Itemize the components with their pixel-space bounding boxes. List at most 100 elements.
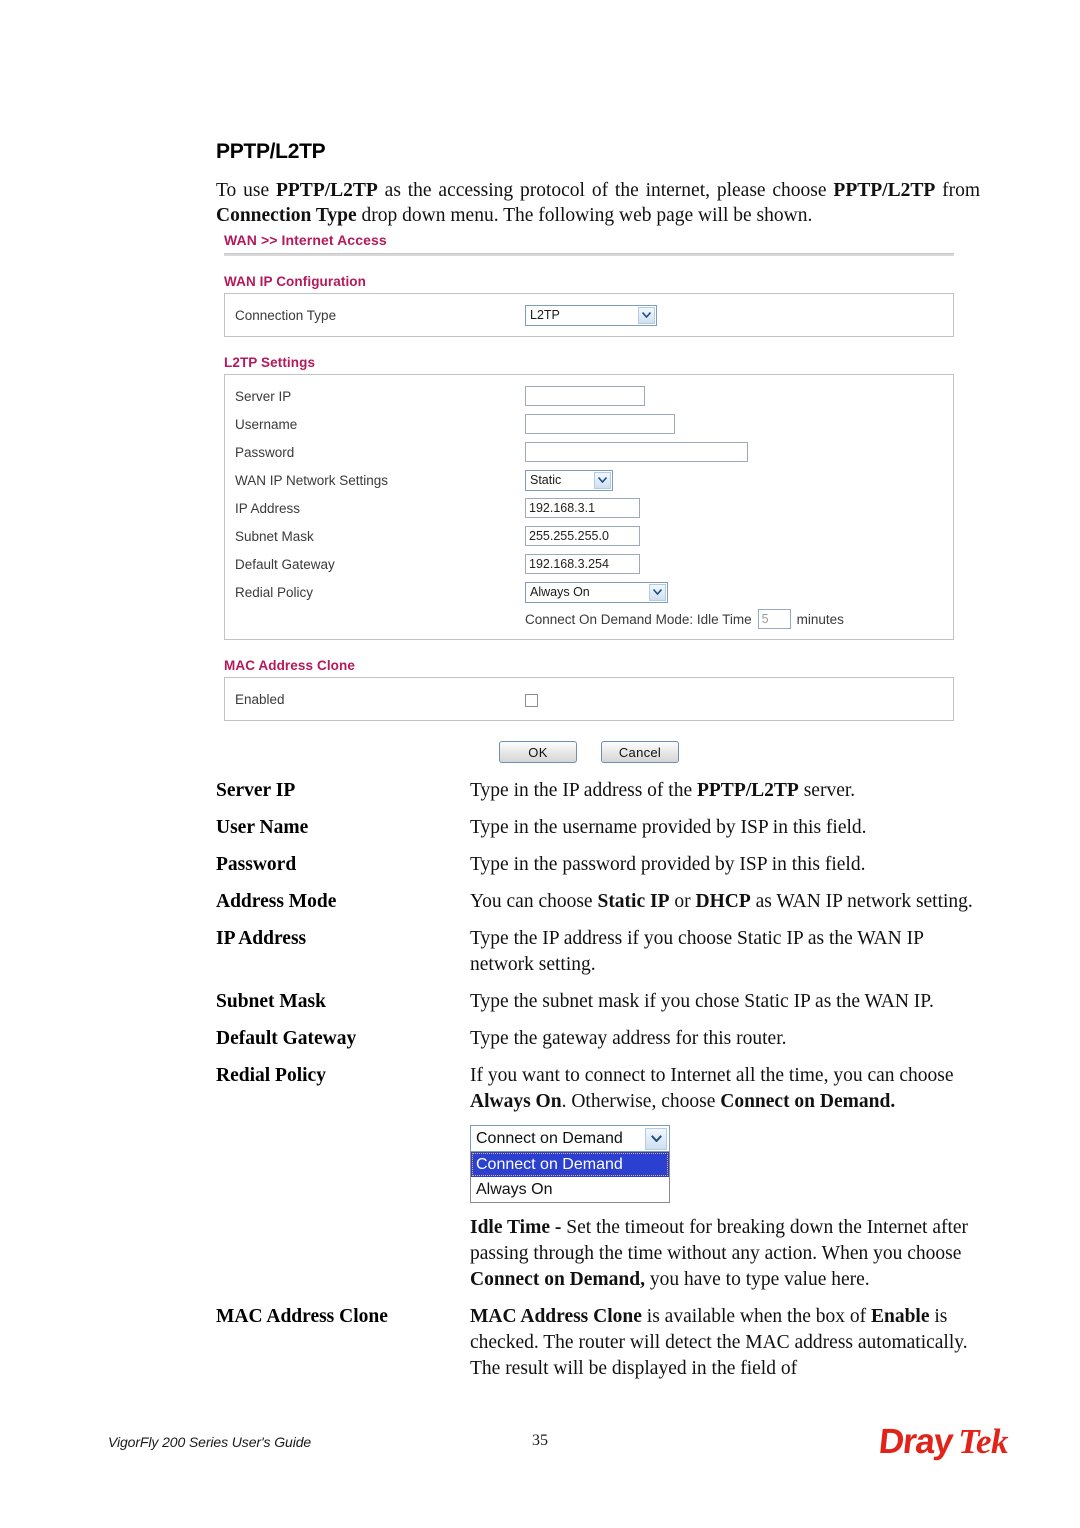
password-input[interactable]	[525, 442, 748, 462]
definition-term: User Name	[216, 817, 309, 838]
connection-type-select[interactable]: L2TP	[525, 304, 657, 326]
l2tp-settings-title: L2TP Settings	[224, 355, 316, 370]
redial-policy-field: Always On	[525, 581, 943, 603]
wan-ip-configuration-panel: Connection Type L2TP	[224, 293, 954, 337]
chevron-down-icon[interactable]	[594, 471, 611, 489]
definition-row: Address Mode You can choose Static IP or…	[216, 889, 980, 915]
definition-row: Password Type in the password provided b…	[216, 852, 980, 878]
definition-row: IP Address Type the IP address if you ch…	[216, 926, 980, 978]
default-gateway-input[interactable]	[525, 554, 640, 574]
row-redial-policy: Redial Policy Always On	[235, 578, 943, 606]
definition-description: Type in the password provided by ISP in …	[470, 854, 866, 875]
mac-clone-enabled-checkbox[interactable]	[525, 693, 538, 707]
dropdown-option-always-on[interactable]: Always On	[471, 1177, 669, 1202]
form-actions: OK Cancel	[224, 741, 954, 763]
password-label: Password	[235, 444, 295, 460]
logo-text-dray: Dray	[877, 1422, 955, 1461]
definition-term: Address Mode	[216, 891, 337, 912]
definition-term: IP Address	[216, 928, 307, 949]
chevron-down-icon[interactable]	[649, 583, 666, 601]
wan-ip-network-settings-value: Static	[530, 472, 562, 487]
definition-row: Server IP Type in the IP address of the …	[216, 778, 980, 804]
redial-policy-label: Redial Policy	[235, 584, 314, 600]
username-input[interactable]	[525, 414, 675, 434]
dropdown-option-connect-on-demand[interactable]: Connect on Demand	[471, 1152, 669, 1177]
definition-description: Type the subnet mask if you chose Static…	[470, 991, 934, 1012]
field-description-list: Server IP Type in the IP address of the …	[216, 778, 980, 1393]
ok-button[interactable]: OK	[499, 741, 577, 763]
breadcrumb-divider	[224, 253, 954, 256]
definition-description: Type the IP address if you choose Static…	[470, 928, 924, 975]
row-idle-time: Connect On Demand Mode: Idle Time minute…	[235, 606, 943, 632]
definition-row: Default Gateway Type the gateway address…	[216, 1026, 980, 1052]
definition-description: If you want to connect to Internet all t…	[470, 1063, 980, 1293]
wan-ip-configuration-title: WAN IP Configuration	[224, 274, 366, 289]
row-server-ip: Server IP	[235, 382, 943, 410]
redial-policy-value: Always On	[530, 584, 590, 599]
logo-text-tek: Tek	[958, 1422, 1008, 1461]
row-connection-type: Connection Type L2TP	[235, 301, 943, 329]
definition-description: You can choose Static IP or DHCP as WAN …	[470, 891, 973, 912]
definition-term: MAC Address Clone	[216, 1306, 388, 1327]
server-ip-label: Server IP	[235, 388, 292, 404]
subnet-mask-field	[525, 526, 943, 546]
draytek-logo: Dray Tek	[877, 1422, 1008, 1462]
idle-time-input[interactable]	[757, 609, 791, 629]
definition-row: User Name Type in the username provided …	[216, 815, 980, 841]
definition-description: Type in the username provided by ISP in …	[470, 817, 867, 838]
definition-row: Redial Policy If you want to connect to …	[216, 1063, 980, 1293]
idle-time-description-text: Idle Time - Set the timeout for breaking…	[470, 1217, 969, 1290]
redial-policy-dropdown-closed[interactable]: Connect on Demand	[470, 1125, 670, 1152]
row-mac-clone-enabled: Enabled	[235, 685, 943, 713]
redial-policy-select[interactable]: Always On	[525, 581, 668, 603]
page-title: PPTP/L2TP	[216, 140, 326, 163]
connection-type-label: Connection Type	[235, 307, 337, 323]
cancel-button[interactable]: Cancel	[601, 741, 679, 763]
chevron-down-icon[interactable]	[645, 1127, 667, 1150]
mac-clone-enabled-field	[525, 691, 943, 707]
mac-address-clone-panel: Enabled	[224, 677, 954, 721]
chevron-down-icon[interactable]	[638, 306, 655, 324]
definition-description: Type the gateway address for this router…	[470, 1028, 787, 1049]
definition-row: MAC Address Clone MAC Address Clone is a…	[216, 1304, 980, 1382]
wan-ip-network-settings-field: Static	[525, 469, 943, 491]
subnet-mask-input[interactable]	[525, 526, 640, 546]
router-web-ui-figure: WAN >> Internet Access WAN IP Configurat…	[224, 232, 954, 763]
definition-description: Type in the IP address of the PPTP/L2TP …	[470, 780, 856, 801]
wan-ip-network-settings-select[interactable]: Static	[525, 469, 613, 491]
intro-paragraph: To use PPTP/L2TP as the accessing protoc…	[216, 180, 980, 226]
definition-row: Subnet Mask Type the subnet mask if you …	[216, 989, 980, 1015]
definition-term: Password	[216, 854, 297, 875]
username-label: Username	[235, 416, 298, 432]
row-password: Password	[235, 438, 943, 466]
password-field	[525, 442, 943, 462]
definition-term: Server IP	[216, 780, 296, 801]
idle-time-unit-label: minutes	[796, 611, 844, 627]
ip-address-label: IP Address	[235, 500, 301, 516]
breadcrumb: WAN >> Internet Access	[224, 232, 387, 248]
definition-term: Subnet Mask	[216, 991, 326, 1012]
row-ip-address: IP Address	[235, 494, 943, 522]
mac-clone-enabled-label: Enabled	[235, 691, 285, 707]
row-subnet-mask: Subnet Mask	[235, 522, 943, 550]
redial-policy-dropdown-list: Connect on Demand Always On	[470, 1152, 670, 1203]
idle-time-prefix-label: Connect On Demand Mode: Idle Time	[525, 611, 752, 627]
row-wan-ip-network-settings: WAN IP Network Settings Static	[235, 466, 943, 494]
definition-description: MAC Address Clone is available when the …	[470, 1306, 968, 1379]
subnet-mask-label: Subnet Mask	[235, 528, 314, 544]
default-gateway-field	[525, 554, 943, 574]
ip-address-input[interactable]	[525, 498, 640, 518]
mac-address-clone-title: MAC Address Clone	[224, 658, 355, 673]
server-ip-input[interactable]	[525, 386, 645, 406]
username-field	[525, 414, 943, 434]
definition-term: Default Gateway	[216, 1028, 357, 1049]
wan-ip-network-settings-label: WAN IP Network Settings	[235, 472, 389, 488]
redial-policy-dropdown-selected: Connect on Demand	[476, 1129, 623, 1147]
connection-type-value: L2TP	[530, 307, 560, 322]
redial-policy-dropdown-illustration: Connect on Demand Connect on Demand Alwa…	[470, 1125, 670, 1203]
server-ip-field	[525, 386, 943, 406]
row-default-gateway: Default Gateway	[235, 550, 943, 578]
default-gateway-label: Default Gateway	[235, 556, 335, 572]
ip-address-field	[525, 498, 943, 518]
l2tp-settings-panel: Server IP Username Password WAN IP Netwo…	[224, 374, 954, 640]
